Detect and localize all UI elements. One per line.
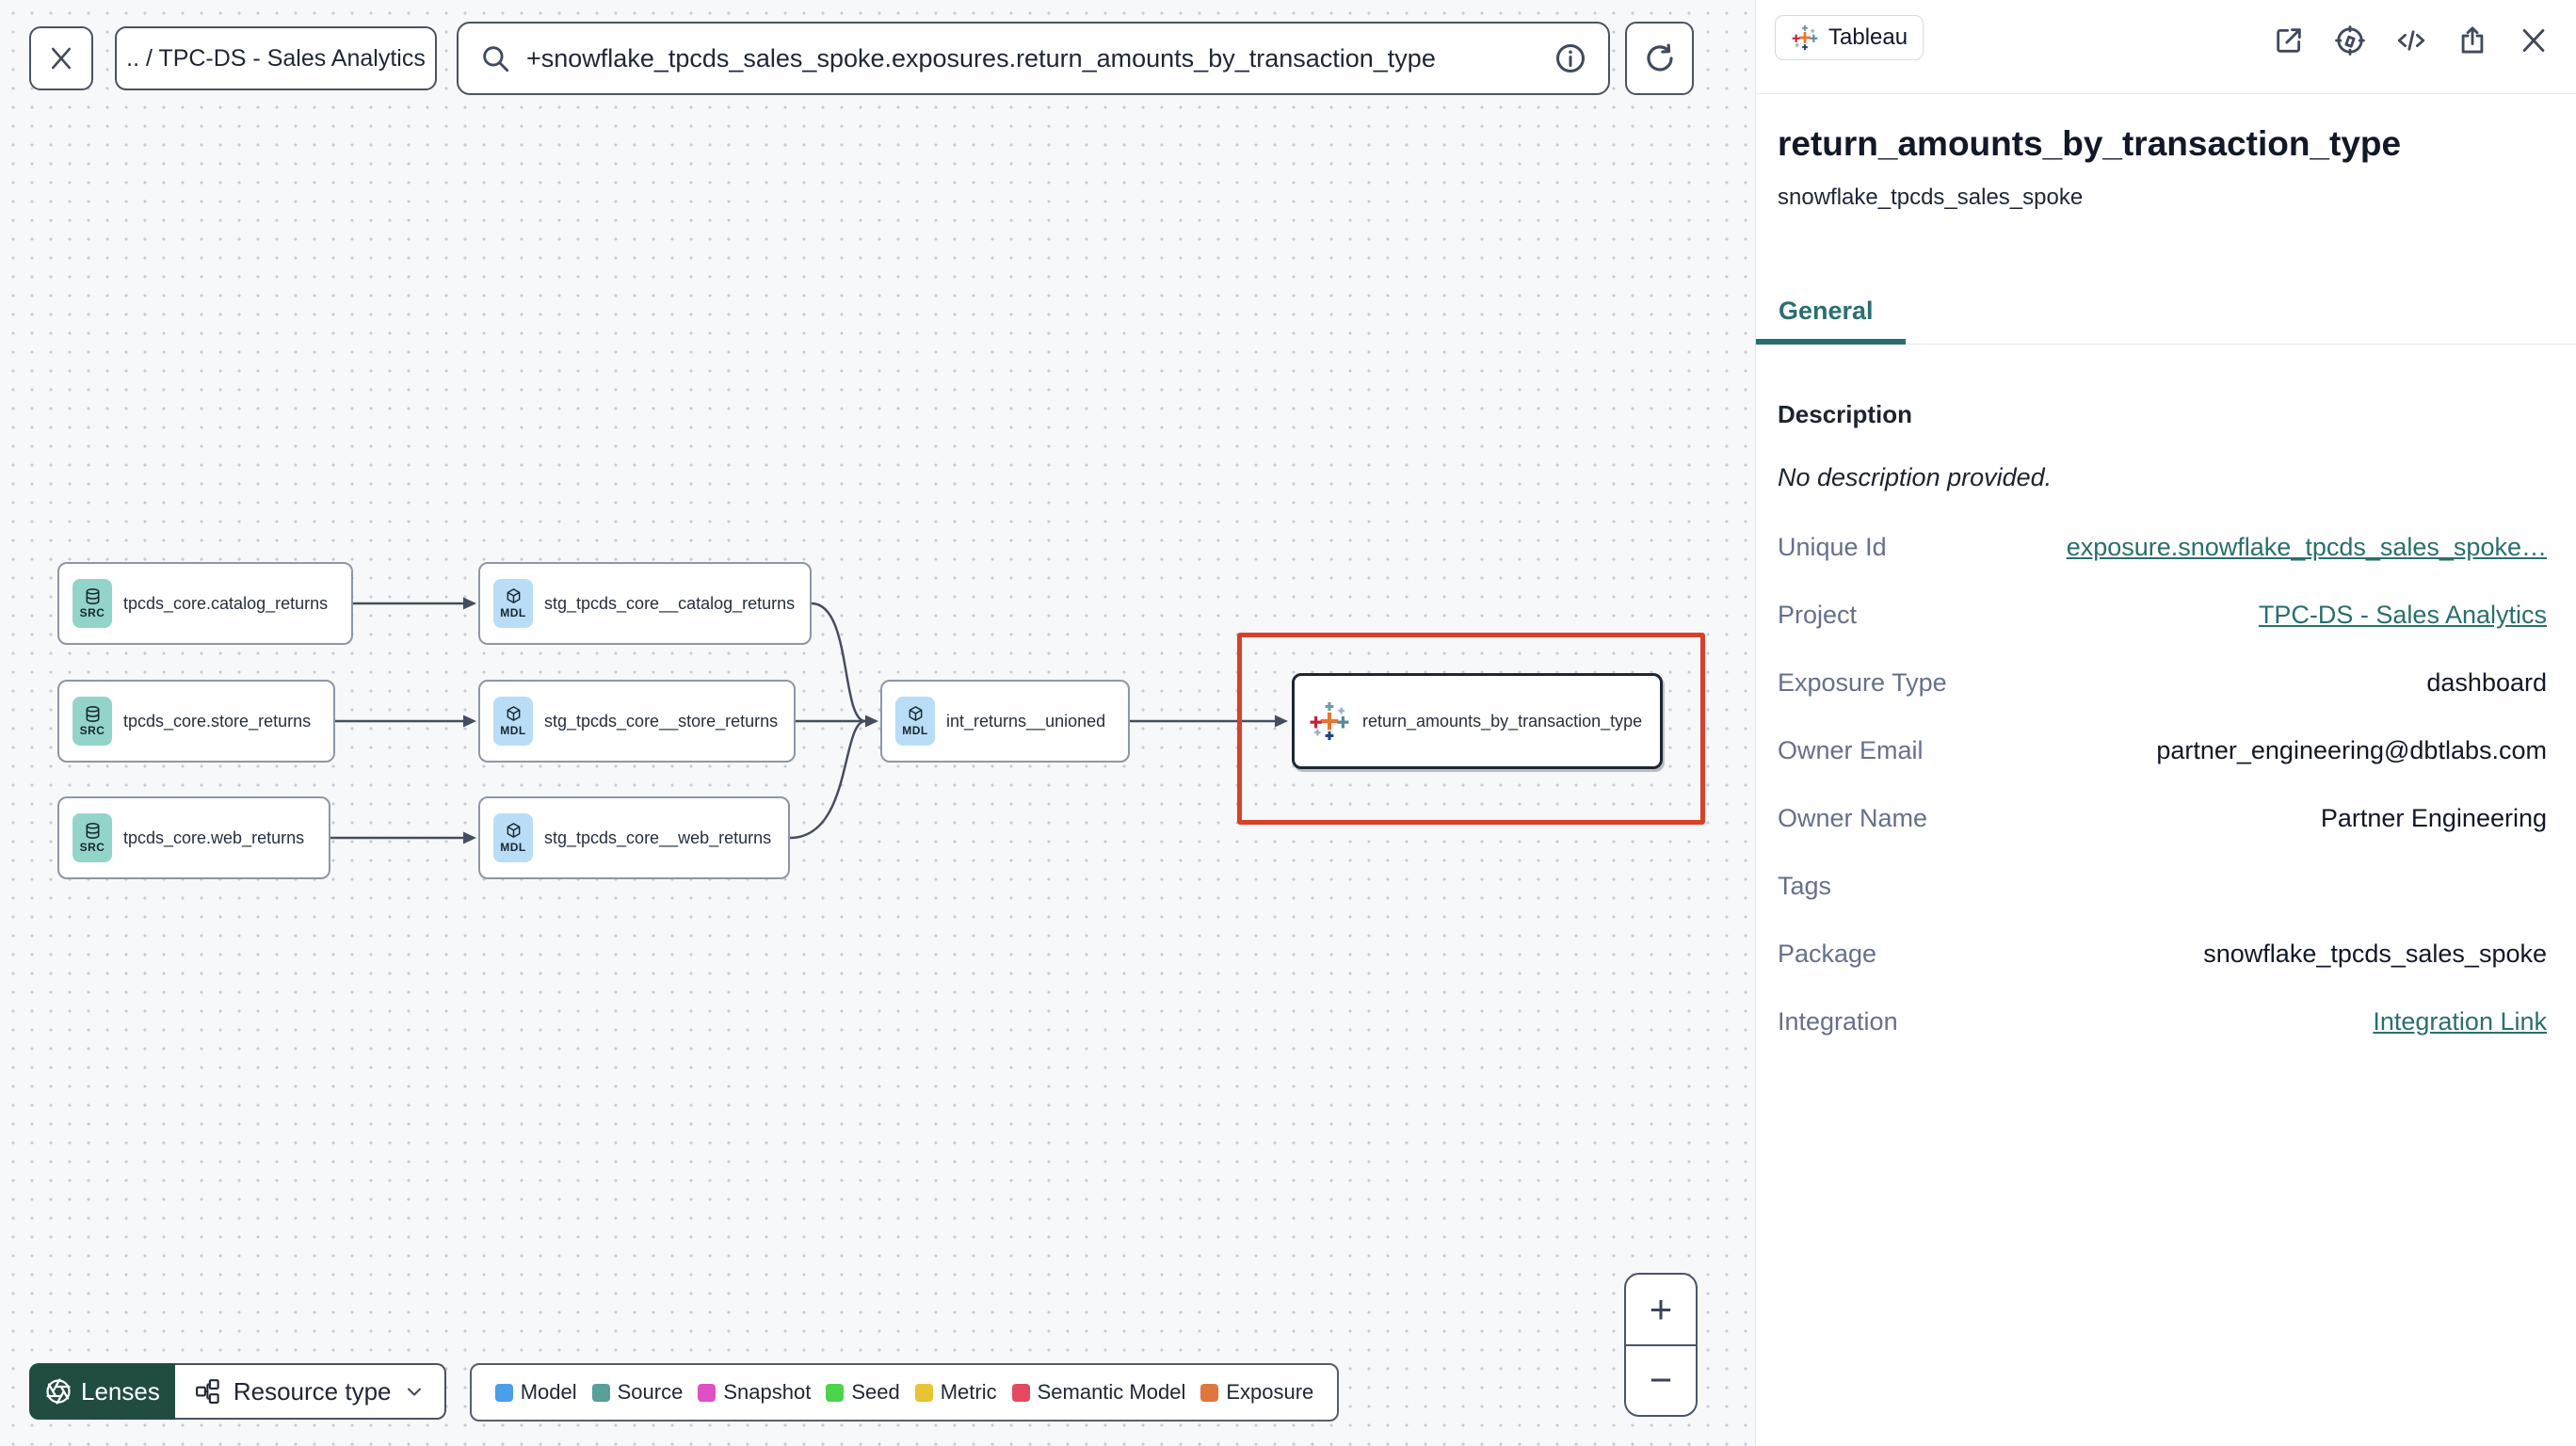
source-color-chip [591, 1383, 610, 1402]
refresh-icon [1646, 43, 1673, 72]
close-panel-button[interactable] [2516, 23, 2552, 58]
resource-type-legend: Model Source Snapshot Seed Metric Semant… [470, 1363, 1339, 1422]
lineage-node-int-returns-unioned[interactable]: MDL int_returns__unioned [880, 680, 1130, 763]
source-badge: SRC [72, 579, 112, 628]
database-icon [86, 706, 99, 722]
explore-button[interactable] [2332, 23, 2368, 58]
panel-tabbar: General [1756, 282, 2576, 345]
source-badge: SRC [72, 813, 112, 862]
legend-item-exposure: Exposure [1200, 1380, 1313, 1405]
field-project: Project TPC-DS - Sales Analytics [1778, 600, 2547, 630]
source-badge: SRC [72, 697, 112, 746]
cube-icon [507, 823, 520, 838]
tableau-icon [1310, 701, 1349, 741]
lineage-node-source-web-returns[interactable]: SRC tpcds_core.web_returns [57, 796, 330, 879]
snapshot-color-chip [698, 1383, 716, 1402]
model-badge: MDL [895, 697, 935, 746]
lineage-node-stg-web-returns[interactable]: MDL stg_tpcds_core__web_returns [478, 796, 790, 879]
lineage-search[interactable] [457, 22, 1610, 95]
lineage-node-source-catalog-returns[interactable]: SRC tpcds_core.catalog_returns [57, 562, 353, 645]
legend-item-source: Source [591, 1380, 683, 1405]
field-package: Package snowflake_tpcds_sales_spoke [1778, 939, 2547, 968]
resource-type-dropdown[interactable]: Resource type [174, 1363, 446, 1420]
close-icon [2522, 28, 2545, 53]
breadcrumb-label: .. / TPC-DS - Sales Analytics [126, 44, 426, 72]
model-badge: MDL [493, 579, 533, 628]
code-icon [2397, 30, 2425, 51]
field-integration: Integration Integration Link [1778, 1006, 2547, 1036]
seed-color-chip [826, 1383, 845, 1402]
metric-color-chip [914, 1383, 933, 1402]
lineage-node-stg-catalog-returns[interactable]: MDL stg_tpcds_core__catalog_returns [478, 562, 812, 645]
cube-icon [507, 588, 520, 603]
legend-item-semantic-model: Semantic Model [1011, 1380, 1185, 1405]
legend-item-metric: Metric [914, 1380, 997, 1405]
search-icon [483, 46, 509, 72]
detail-fields: Unique Id exposure.snowflake_tpcds_sales… [1778, 513, 2547, 1055]
resource-title: return_amounts_by_transaction_type [1778, 124, 2402, 163]
details-panel-header: Tableau [1756, 0, 2576, 94]
zoom-in-button[interactable]: + [1626, 1275, 1696, 1346]
info-icon[interactable] [1554, 41, 1587, 75]
lineage-canvas[interactable]: .. / TPC-DS - Sales Analytics +snowflake… [0, 0, 1755, 1446]
description-empty-text: No description provided. [1778, 463, 2053, 491]
canvas-zoom-controls: + − [1624, 1273, 1698, 1417]
lineage-node-stg-store-returns[interactable]: MDL stg_tpcds_core__store_returns [478, 680, 796, 763]
legend-item-model: Model [494, 1380, 577, 1405]
model-badge: MDL [493, 697, 533, 746]
close-icon [52, 47, 71, 70]
dbt-explorer-window: .. / TPC-DS - Sales Analytics +snowflake… [0, 0, 2576, 1446]
field-unique-id: Unique Id exposure.snowflake_tpcds_sales… [1778, 532, 2547, 562]
view-code-button[interactable] [2393, 23, 2429, 58]
resource-type-label: Resource type [233, 1376, 392, 1406]
integration-link[interactable]: Integration Link [2373, 1007, 2547, 1036]
hierarchy-icon [195, 1379, 219, 1404]
tableau-badge[interactable]: Tableau [1775, 15, 1924, 60]
aperture-icon [46, 1378, 71, 1405]
lenses-label: Lenses [81, 1376, 160, 1406]
exposure-color-chip [1200, 1383, 1219, 1402]
field-owner-name: Owner Name Partner Engineering [1778, 803, 2547, 832]
unique-id-link[interactable]: exposure.snowflake_tpcds_sales_spoke… [2067, 533, 2547, 562]
project-link[interactable]: TPC-DS - Sales Analytics [2259, 601, 2547, 630]
tableau-icon [1792, 24, 1818, 51]
tab-general[interactable]: General [1756, 282, 1906, 345]
database-icon [86, 823, 99, 839]
share-icon [2461, 26, 2484, 54]
chevron-down-icon [407, 1388, 421, 1396]
database-icon [86, 588, 99, 604]
close-lineage-button[interactable] [29, 26, 93, 90]
legend-item-seed: Seed [826, 1380, 900, 1405]
external-link-icon [2277, 28, 2301, 53]
lenses-button[interactable]: Lenses [29, 1363, 175, 1420]
refresh-button[interactable] [1625, 22, 1694, 95]
lenses-toolbar: Lenses Resource type [29, 1363, 446, 1420]
zoom-out-button[interactable]: − [1626, 1346, 1696, 1416]
legend-item-snapshot: Snapshot [698, 1380, 811, 1405]
compass-icon [2335, 25, 2365, 56]
lineage-node-source-store-returns[interactable]: SRC tpcds_core.store_returns [57, 680, 335, 763]
search-input[interactable] [524, 42, 1540, 74]
model-badge: MDL [493, 813, 533, 862]
tableau-badge-label: Tableau [1828, 24, 1908, 50]
cube-icon [909, 706, 922, 721]
open-external-button[interactable] [2271, 23, 2307, 58]
semantic-model-color-chip [1011, 1383, 1030, 1402]
share-button[interactable] [2455, 23, 2490, 58]
lineage-node-exposure-selected[interactable]: return_amounts_by_transaction_type [1292, 673, 1663, 769]
field-exposure-type: Exposure Type dashboard [1778, 667, 2547, 697]
resource-package-subtitle: snowflake_tpcds_sales_spoke [1778, 185, 2084, 210]
panel-action-buttons [2271, 23, 2552, 58]
description-heading: Description [1778, 400, 1913, 428]
field-tags: Tags [1778, 871, 1832, 900]
field-owner-email: Owner Email partner_engineering@dbtlabs.… [1778, 735, 2547, 764]
model-color-chip [494, 1383, 513, 1402]
cube-icon [507, 706, 520, 721]
details-panel: Tableau return_amounts_by_transaction_ty… [1755, 0, 2576, 1446]
breadcrumb[interactable]: .. / TPC-DS - Sales Analytics [115, 26, 437, 90]
